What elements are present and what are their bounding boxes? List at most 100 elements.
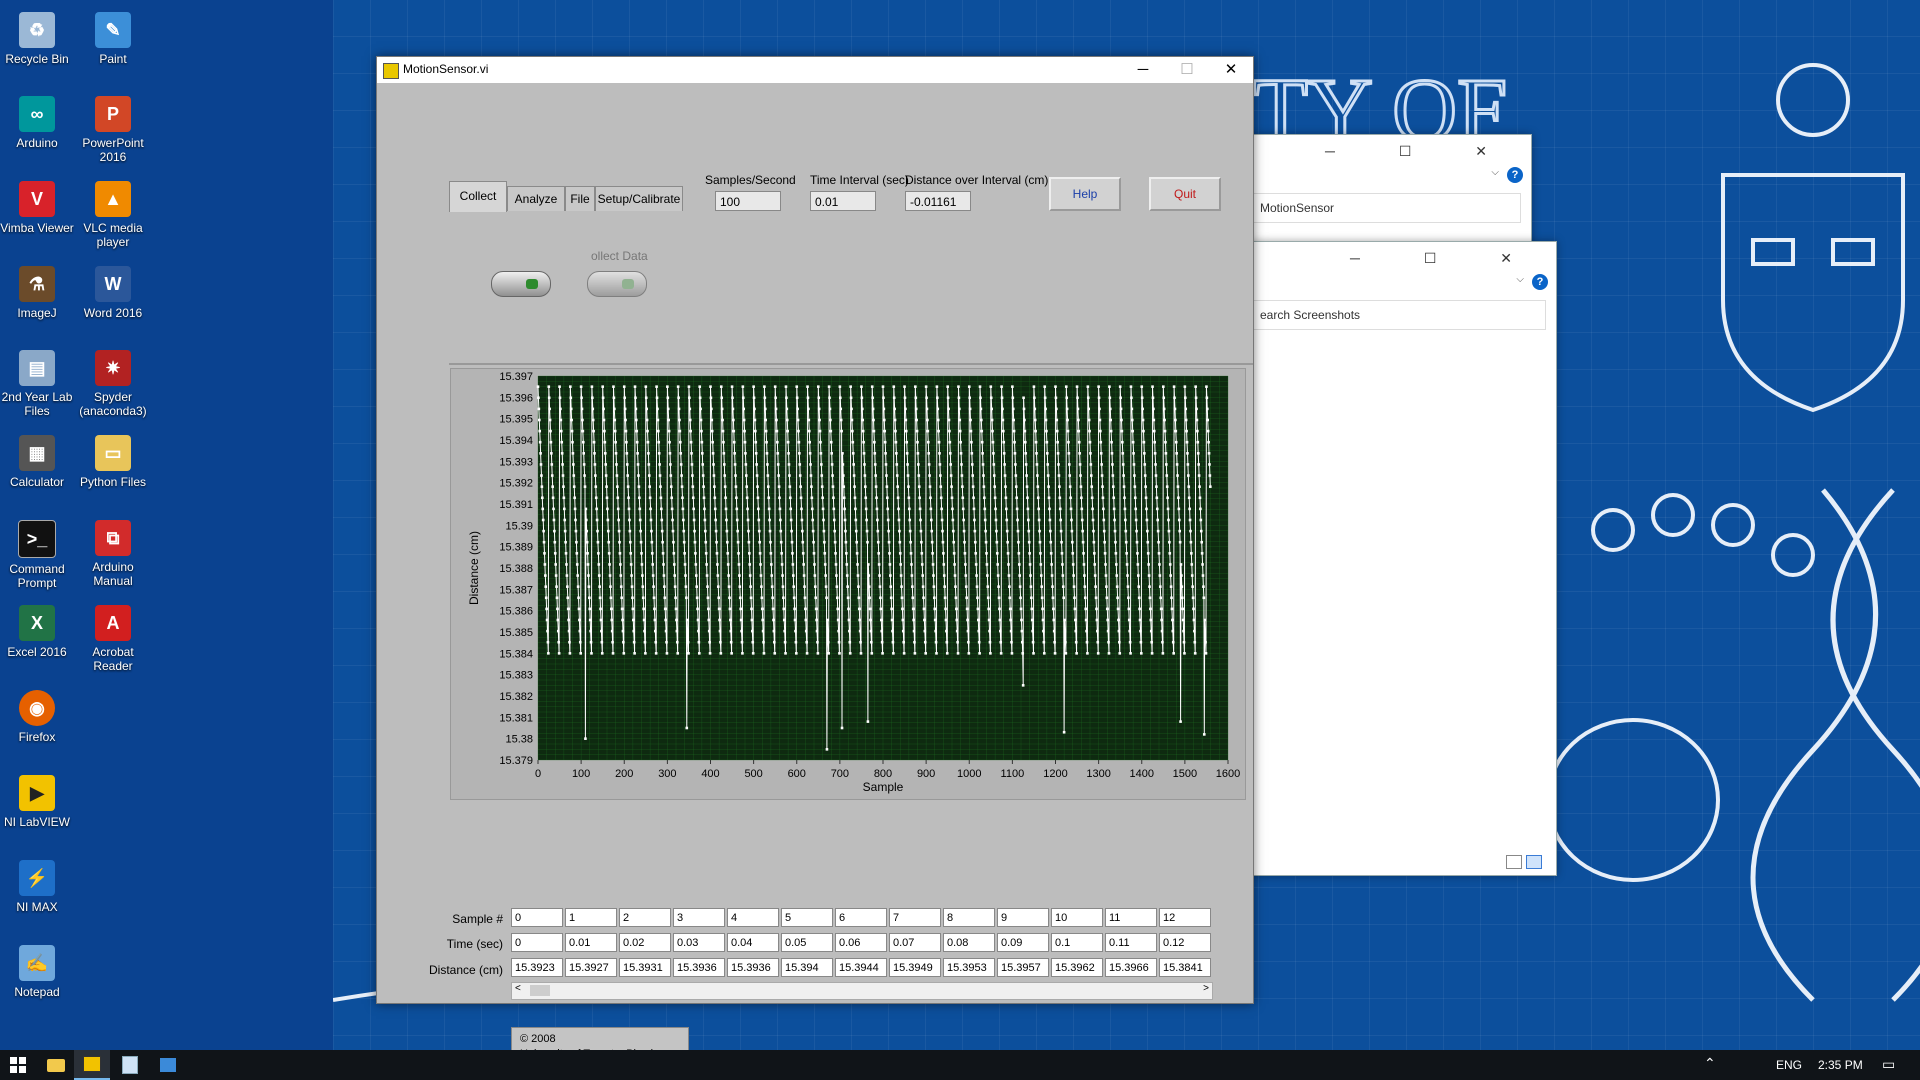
sample-cell[interactable]: 8 — [943, 908, 995, 927]
time-cell[interactable]: 0.12 — [1159, 933, 1211, 952]
sample-cell[interactable]: 10 — [1051, 908, 1103, 927]
help-icon[interactable]: ? — [1532, 274, 1548, 290]
taskbar-labview[interactable] — [74, 1050, 110, 1080]
desktop-icon-paint[interactable]: ✎ Paint — [71, 8, 155, 66]
sample-cell[interactable]: 0 — [511, 908, 563, 927]
sample-cell[interactable]: 12 — [1159, 908, 1211, 927]
collect-data-toggle-button[interactable] — [587, 271, 647, 297]
details-view-icon[interactable] — [1506, 855, 1522, 869]
background-explorer-window-2[interactable]: ─ ☐ ✕ ? ⌵ earch Screenshots — [1250, 241, 1557, 876]
chevron-down-icon[interactable]: ⌵ — [1516, 274, 1524, 285]
quit-button[interactable]: Quit — [1149, 177, 1221, 211]
sample-cell[interactable]: 2 — [619, 908, 671, 927]
time-interval-field[interactable]: 0.01 — [810, 191, 876, 211]
scroll-left-icon[interactable]: < — [515, 983, 521, 994]
taskbar-notepad[interactable] — [112, 1050, 148, 1080]
time-cell[interactable]: 0 — [511, 933, 563, 952]
desktop-icon-command-prompt[interactable]: >_ Command Prompt — [0, 516, 79, 590]
time-cell[interactable]: 0.11 — [1105, 933, 1157, 952]
background-explorer-window-1[interactable]: ─ ☐ ✕ ? ⌵ MotionSensor — [1250, 134, 1532, 250]
distance-cell[interactable]: 15.3949 — [889, 958, 941, 977]
sample-cell[interactable]: 1 — [565, 908, 617, 927]
distance-cell[interactable]: 15.3936 — [727, 958, 779, 977]
desktop-icon-spyder[interactable]: ✷ Spyder (anaconda3) — [71, 346, 155, 418]
desktop-icon-arduino[interactable]: ∞ Arduino — [0, 92, 79, 150]
table-horizontal-scrollbar[interactable]: < > — [511, 982, 1213, 1000]
desktop-icon-notepad[interactable]: ✍ Notepad — [0, 941, 79, 999]
large-icons-view-icon[interactable] — [1526, 855, 1542, 869]
desktop-icon-vlc[interactable]: ▲ VLC media player — [71, 177, 155, 249]
sample-cell[interactable]: 4 — [727, 908, 779, 927]
minimize-button[interactable]: ─ — [1121, 57, 1165, 83]
samples-per-second-field[interactable]: 100 — [715, 191, 781, 211]
distance-cell[interactable]: 15.3957 — [997, 958, 1049, 977]
close-button[interactable]: ✕ — [1209, 57, 1253, 83]
desktop-icon-arduino-manual[interactable]: ⧉ Arduino Manual — [71, 516, 155, 588]
time-cell[interactable]: 0.1 — [1051, 933, 1103, 952]
title-bar[interactable]: MotionSensor.vi ─ ☐ ✕ — [377, 57, 1253, 83]
desktop-icon-powerpoint[interactable]: P PowerPoint 2016 — [71, 92, 155, 164]
time-cell[interactable]: 0.03 — [673, 933, 725, 952]
desktop-icon-labview[interactable]: ▶ NI LabVIEW — [0, 771, 79, 829]
distance-cell[interactable]: 15.394 — [781, 958, 833, 977]
taskbar-snipping-tool[interactable] — [150, 1050, 186, 1080]
time-cell[interactable]: 0.01 — [565, 933, 617, 952]
time-cell[interactable]: 0.07 — [889, 933, 941, 952]
distance-cell[interactable]: 15.3841 — [1159, 958, 1211, 977]
sample-cell[interactable]: 6 — [835, 908, 887, 927]
start-toggle-button[interactable] — [491, 271, 551, 297]
distance-cell[interactable]: 15.3962 — [1051, 958, 1103, 977]
desktop-icon-vimba-viewer[interactable]: V Vimba Viewer — [0, 177, 79, 235]
scroll-thumb[interactable] — [530, 985, 550, 996]
time-cell[interactable]: 0.08 — [943, 933, 995, 952]
distance-cell[interactable]: 15.3953 — [943, 958, 995, 977]
window-controls[interactable]: ─ ☐ ✕ — [1325, 143, 1517, 160]
distance-vs-sample-chart[interactable]: 0 100 200 300 400 500 600 700 800 900 1000 1100 1200… — [450, 368, 1250, 798]
distance-cell[interactable]: 15.3936 — [673, 958, 725, 977]
motion-sensor-window[interactable]: MotionSensor.vi ─ ☐ ✕ Collect Analyze Fi… — [376, 56, 1254, 1057]
input-language[interactable]: ENG — [1776, 1058, 1802, 1072]
distance-cell[interactable]: 15.3944 — [835, 958, 887, 977]
tab-analyze[interactable]: Analyze — [507, 186, 565, 211]
tab-setup-calibrate[interactable]: Setup/Calibrate — [595, 186, 683, 211]
help-icon[interactable]: ? — [1507, 167, 1523, 183]
scroll-right-icon[interactable]: > — [1203, 983, 1209, 994]
desktop-icon-python-files[interactable]: ▭ Python Files — [71, 431, 155, 489]
notifications-icon[interactable]: ▭ — [1882, 1056, 1895, 1073]
tab-collect[interactable]: Collect — [449, 181, 507, 212]
desktop-icon-calculator[interactable]: ▦ Calculator — [0, 431, 79, 489]
distance-cell[interactable]: 15.3931 — [619, 958, 671, 977]
desktop-icon-excel[interactable]: X Excel 2016 — [0, 601, 79, 659]
time-cell[interactable]: 0.04 — [727, 933, 779, 952]
time-cell[interactable]: 0.05 — [781, 933, 833, 952]
sample-cell[interactable]: 7 — [889, 908, 941, 927]
distance-cell[interactable]: 15.3927 — [565, 958, 617, 977]
sample-cell[interactable]: 9 — [997, 908, 1049, 927]
desktop-icon-recycle-bin[interactable]: ♻ Recycle Bin — [0, 8, 79, 66]
sample-cell[interactable]: 3 — [673, 908, 725, 927]
desktop-icon-word[interactable]: W Word 2016 — [71, 262, 155, 320]
desktop-icon-nimax[interactable]: ⚡ NI MAX — [0, 856, 79, 914]
search-box[interactable]: earch Screenshots — [1251, 300, 1546, 330]
distance-over-interval-field[interactable]: -0.01161 — [905, 191, 971, 211]
tab-file[interactable]: File — [565, 186, 595, 211]
distance-cell[interactable]: 15.3966 — [1105, 958, 1157, 977]
start-button[interactable] — [0, 1050, 36, 1080]
system-clock[interactable]: 2:35 PM — [1818, 1058, 1863, 1072]
help-button[interactable]: Help — [1049, 177, 1121, 211]
maximize-button[interactable]: ☐ — [1165, 57, 1209, 83]
desktop-icon-imagej[interactable]: ⚗ ImageJ — [0, 262, 79, 320]
desktop-icon-firefox[interactable]: ◉ Firefox — [0, 686, 79, 744]
time-cell[interactable]: 0.02 — [619, 933, 671, 952]
show-hidden-icons-chevron-icon[interactable]: ⌃ — [1704, 1055, 1716, 1072]
distance-cell[interactable]: 15.3923 — [511, 958, 563, 977]
desktop-icon-acrobat[interactable]: A Acrobat Reader — [71, 601, 155, 673]
desktop-icon-lab-files[interactable]: ▤ 2nd Year Lab Files — [0, 346, 79, 418]
taskbar-file-explorer[interactable] — [38, 1050, 74, 1080]
chevron-down-icon[interactable]: ⌵ — [1491, 167, 1499, 178]
time-cell[interactable]: 0.09 — [997, 933, 1049, 952]
sample-cell[interactable]: 5 — [781, 908, 833, 927]
sample-cell[interactable]: 11 — [1105, 908, 1157, 927]
window-controls[interactable]: ─ ☐ ✕ — [1350, 250, 1542, 267]
time-cell[interactable]: 0.06 — [835, 933, 887, 952]
